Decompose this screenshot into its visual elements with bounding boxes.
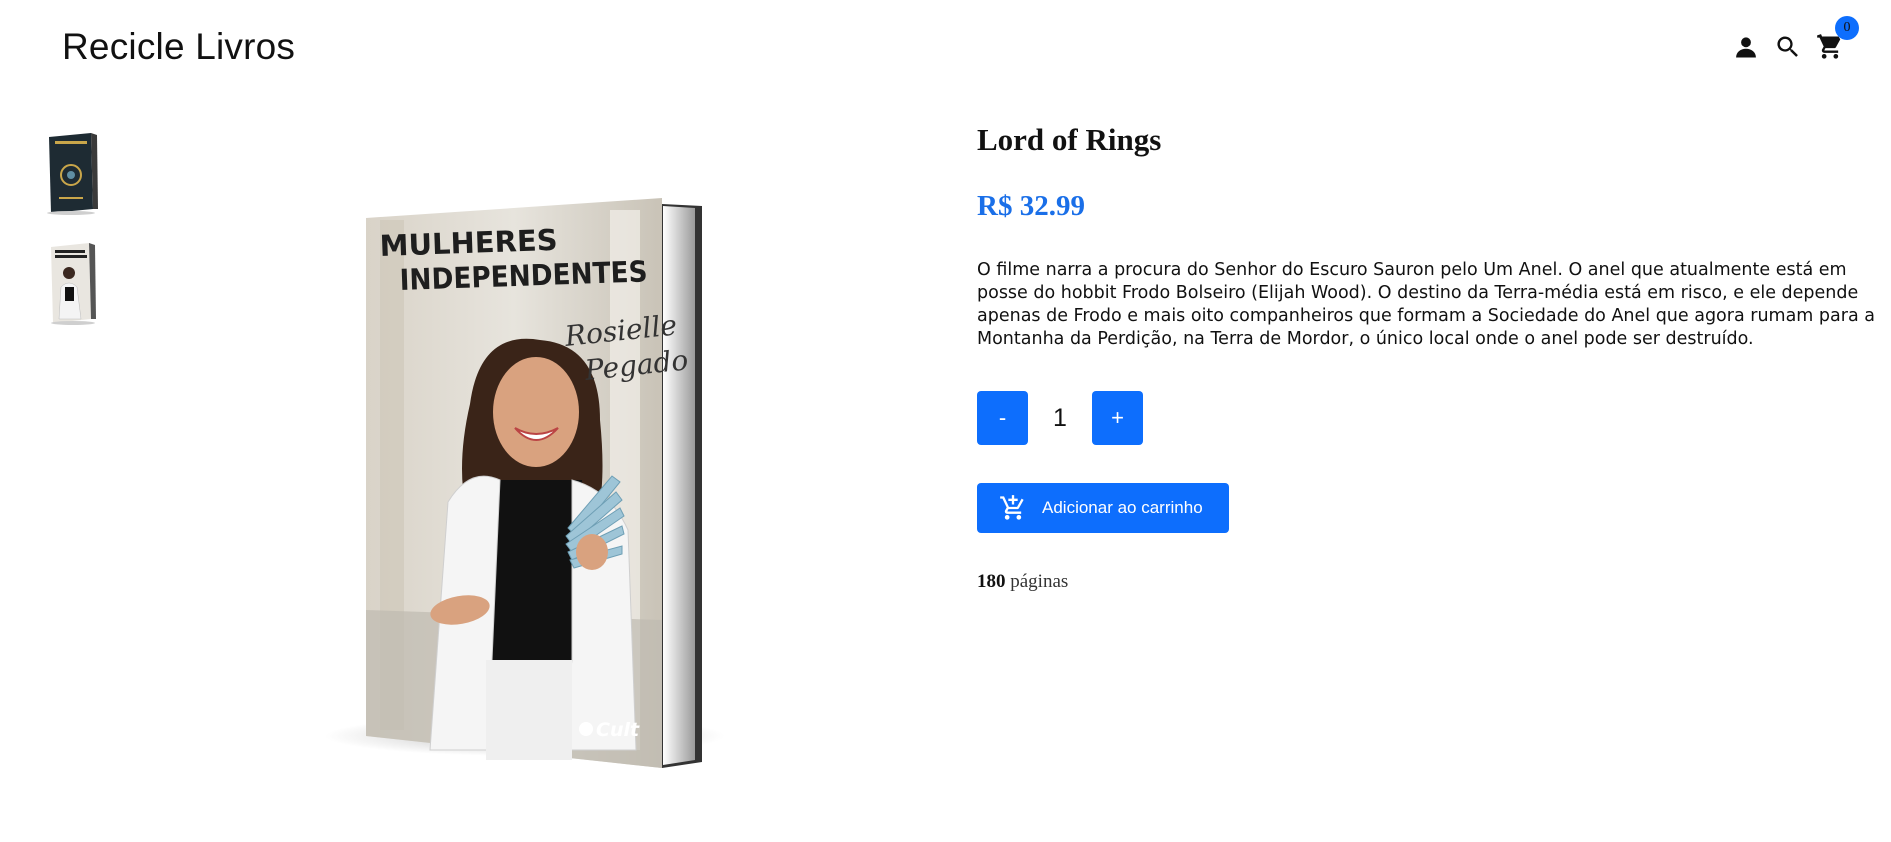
product-title: Lord of Rings <box>977 122 1162 157</box>
product-main-image: MULHERES INDEPENDENTES Rosielle Pegado C… <box>310 190 740 780</box>
quantity-value: 1 <box>1053 403 1067 432</box>
add-to-cart-icon <box>1000 495 1024 520</box>
thumb-dark-book-image <box>47 133 98 215</box>
search-icon[interactable] <box>1773 32 1803 62</box>
product-details: Lord of Rings R$ 32.99 O filme narra a p… <box>977 122 1877 593</box>
product-price: R$ 32.99 <box>977 190 1085 222</box>
user-icon[interactable] <box>1731 32 1761 62</box>
header-icons: 0 <box>1731 16 1859 62</box>
thumbnail-2[interactable] <box>40 240 102 326</box>
cover-publisher: Cult <box>596 719 640 741</box>
site-header: Recicle Livros 0 <box>0 0 1891 96</box>
page-count-number: 180 <box>977 571 1006 592</box>
increase-quantity-button[interactable]: + <box>1092 391 1143 445</box>
thumbnail-list <box>40 130 110 350</box>
brand-logo[interactable]: Recicle Livros <box>62 26 295 68</box>
page-count-label: páginas <box>1010 571 1069 592</box>
cover-title-line1: MULHERES <box>379 223 558 263</box>
product-description: O filme narra a procura do Senhor do Esc… <box>977 260 1875 349</box>
add-to-cart-button[interactable]: Adicionar ao carrinho <box>977 483 1229 533</box>
page-count: 180 páginas <box>977 571 1877 593</box>
quantity-stepper: - 1 + <box>977 391 1877 445</box>
cart-count-badge: 0 <box>1835 16 1859 40</box>
thumb-mulheres-image <box>51 243 96 325</box>
add-to-cart-label: Adicionar ao carrinho <box>1042 498 1203 517</box>
thumbnail-1[interactable] <box>40 130 102 216</box>
decrease-quantity-button[interactable]: - <box>977 391 1028 445</box>
cart-icon[interactable]: 0 <box>1815 16 1859 62</box>
